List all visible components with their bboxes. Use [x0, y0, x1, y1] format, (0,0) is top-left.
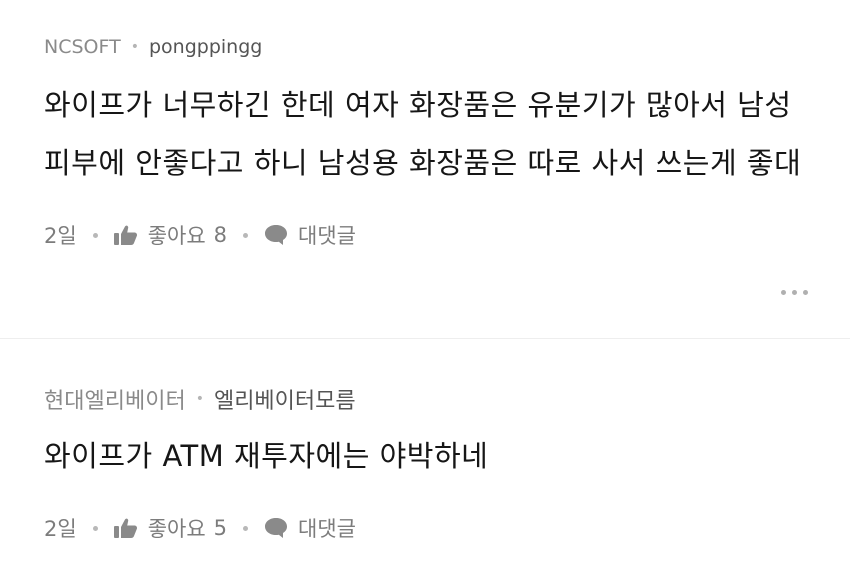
- comment-actions: 2일 좋아요 8 대댓글: [44, 220, 808, 250]
- reply-button[interactable]: 대댓글: [264, 220, 356, 250]
- comment-item: 현대엘리베이터 • 엘리베이터모름 와이프가 ATM 재투자에는 야박하네 2일…: [0, 339, 850, 583]
- like-button[interactable]: 좋아요 5: [113, 513, 228, 543]
- comment-text: 와이프가 너무하긴 한데 여자 화장품은 유분기가 많아서 남성 피부에 안좋다…: [44, 88, 802, 180]
- reply-label: 대댓글: [298, 517, 356, 541]
- comment-time: 2일: [44, 517, 77, 541]
- thumbs-up-icon: [113, 518, 138, 538]
- like-count: 8: [213, 223, 228, 247]
- reply-label: 대댓글: [298, 224, 356, 248]
- meta-separator: •: [195, 391, 204, 407]
- thumbs-up-icon: [113, 225, 138, 245]
- reply-button[interactable]: 대댓글: [264, 513, 356, 543]
- author-username[interactable]: 엘리베이터모름: [214, 383, 356, 415]
- speech-bubble-icon: [264, 224, 288, 246]
- action-separator: [92, 232, 98, 238]
- comment-actions: 2일 좋아요 5 대댓글: [44, 513, 808, 543]
- author-company: 현대엘리베이터: [44, 389, 186, 414]
- comment-meta: 현대엘리베이터 • 엘리베이터모름: [44, 339, 808, 415]
- speech-bubble-icon: [264, 517, 288, 539]
- action-separator: [243, 525, 249, 531]
- comment-text: 와이프가 ATM 재투자에는 야박하네: [44, 439, 489, 473]
- action-separator: [243, 232, 249, 238]
- author-company: NCSOFT: [44, 36, 121, 58]
- more-dots-icon[interactable]: [781, 290, 808, 295]
- author-username[interactable]: pongppingg: [149, 36, 262, 58]
- like-count: 5: [213, 516, 228, 540]
- action-separator: [92, 525, 98, 531]
- comment-meta: NCSOFT • pongppingg: [44, 0, 808, 58]
- like-label: 좋아요: [147, 224, 206, 248]
- meta-separator: •: [130, 39, 139, 55]
- like-button[interactable]: 좋아요 8: [113, 220, 228, 250]
- comment-item: NCSOFT • pongppingg 와이프가 너무하긴 한데 여자 화장품은…: [0, 0, 850, 338]
- like-label: 좋아요: [147, 517, 206, 541]
- comment-time: 2일: [44, 224, 77, 248]
